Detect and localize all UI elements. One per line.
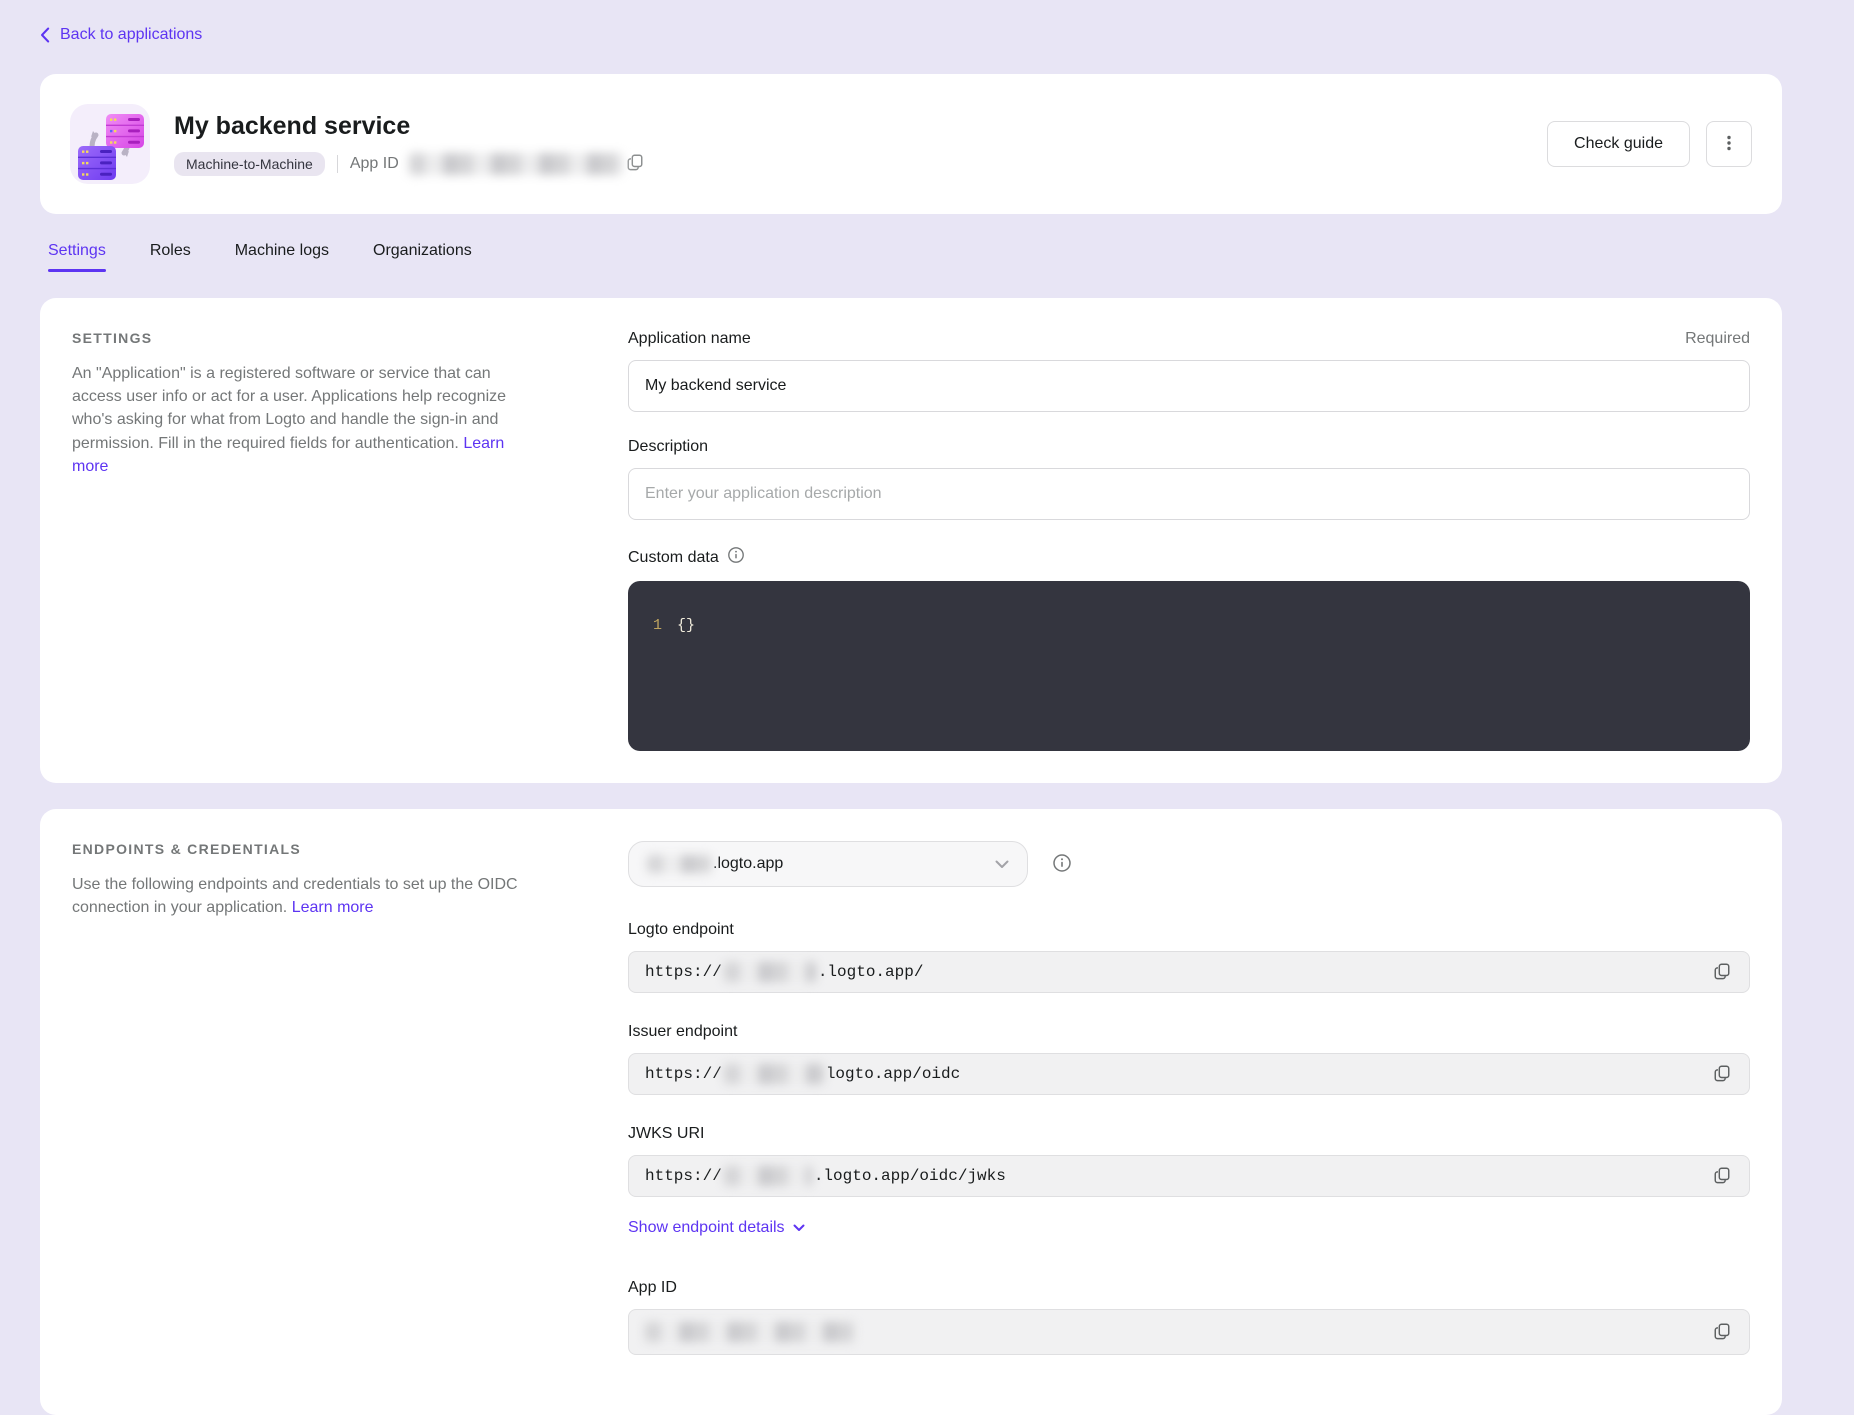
app-id-group: App ID: [628, 1279, 1750, 1355]
description-input[interactable]: [628, 468, 1750, 520]
tenant-id-redacted: [647, 855, 711, 873]
header-actions: Check guide: [1547, 121, 1752, 167]
logto-endpoint-suffix: .logto.app/: [818, 963, 924, 981]
application-title-block: My backend service Machine-to-Machine Ap…: [174, 112, 646, 176]
settings-form: Application name Required Description Cu…: [628, 330, 1750, 751]
back-link-label: Back to applications: [60, 26, 202, 44]
issuer-endpoint-label: Issuer endpoint: [628, 1023, 737, 1041]
tab-organizations[interactable]: Organizations: [373, 242, 472, 272]
issuer-endpoint-prefix: https://: [645, 1065, 722, 1083]
description-label: Description: [628, 438, 708, 456]
issuer-endpoint-redacted: [724, 1064, 824, 1084]
copy-icon: [626, 153, 644, 174]
logto-endpoint-field: https:// .logto.app/: [628, 951, 1750, 993]
endpoints-section-intro: ENDPOINTS & CREDENTIALS Use the followin…: [72, 841, 532, 1355]
logto-endpoint-label: Logto endpoint: [628, 921, 734, 939]
back-to-applications-link[interactable]: Back to applications: [40, 26, 202, 44]
check-guide-button[interactable]: Check guide: [1547, 121, 1690, 167]
jwks-uri-group: JWKS URI https:// .logto.app/oidc/jwks: [628, 1125, 1750, 1197]
issuer-endpoint-group: Issuer endpoint https:// logto.app/oidc: [628, 1023, 1750, 1095]
settings-section-card: SETTINGS An "Application" is a registere…: [40, 298, 1782, 783]
app-id-field: [628, 1309, 1750, 1355]
tab-roles[interactable]: Roles: [150, 242, 191, 272]
kebab-menu-icon: [1720, 134, 1738, 155]
info-icon: [1052, 853, 1072, 876]
application-meta-row: Machine-to-Machine App ID: [174, 151, 646, 176]
domain-select[interactable]: .logto.app: [628, 841, 1028, 887]
chevron-left-icon: [40, 27, 50, 43]
required-hint: Required: [1685, 330, 1750, 348]
domain-select-value: .logto.app: [713, 855, 783, 873]
app-id-field-label: App ID: [628, 1279, 677, 1297]
domain-info-button[interactable]: [1052, 853, 1072, 876]
endpoints-section-title: ENDPOINTS & CREDENTIALS: [72, 841, 532, 857]
settings-description-text: An "Application" is a registered softwar…: [72, 365, 506, 452]
tab-machine-logs[interactable]: Machine logs: [235, 242, 329, 272]
chevron-down-icon: [793, 1219, 805, 1237]
code-line: 1 {}: [628, 615, 1750, 637]
jwks-uri-label: JWKS URI: [628, 1125, 704, 1143]
issuer-endpoint-suffix: logto.app/oidc: [826, 1065, 960, 1083]
custom-data-label: Custom data: [628, 546, 745, 569]
settings-section-description: An "Application" is a registered softwar…: [72, 362, 532, 478]
tab-bar: Settings Roles Machine logs Organization…: [40, 242, 1782, 272]
copy-app-id-button[interactable]: [624, 151, 646, 176]
app-id-field-redacted: [645, 1322, 855, 1342]
jwks-uri-prefix: https://: [645, 1167, 722, 1185]
meta-divider: [337, 155, 338, 173]
copy-app-id-field-button[interactable]: [1711, 1320, 1733, 1345]
app-id-redacted-value: [409, 153, 624, 175]
copy-issuer-endpoint-button[interactable]: [1711, 1062, 1733, 1087]
app-id-label: App ID: [350, 155, 399, 173]
logto-endpoint-prefix: https://: [645, 963, 722, 981]
description-group: Description: [628, 438, 1750, 520]
page-container: Back to applications: [0, 0, 1854, 1415]
application-name-group: Application name Required: [628, 330, 1750, 412]
application-logo-icon: [70, 104, 150, 184]
jwks-uri-field: https:// .logto.app/oidc/jwks: [628, 1155, 1750, 1197]
custom-data-code-editor[interactable]: 1 {}: [628, 581, 1750, 751]
domain-select-row: .logto.app: [628, 841, 1750, 887]
chevron-down-icon: [995, 860, 1009, 869]
application-type-badge: Machine-to-Machine: [174, 152, 325, 176]
custom-data-label-text: Custom data: [628, 549, 719, 567]
jwks-uri-redacted: [724, 1166, 812, 1186]
logto-endpoint-group: Logto endpoint https:// .logto.app/: [628, 921, 1750, 993]
copy-logto-endpoint-button[interactable]: [1711, 960, 1733, 985]
copy-icon: [1713, 1322, 1731, 1343]
show-endpoint-details-link[interactable]: Show endpoint details: [628, 1219, 805, 1237]
more-actions-button[interactable]: [1706, 121, 1752, 167]
application-header-card: My backend service Machine-to-Machine Ap…: [40, 74, 1782, 214]
custom-data-group: Custom data 1 {}: [628, 546, 1750, 751]
copy-icon: [1713, 1166, 1731, 1187]
copy-jwks-uri-button[interactable]: [1711, 1164, 1733, 1189]
jwks-uri-suffix: .logto.app/oidc/jwks: [814, 1167, 1006, 1185]
application-name-label: Application name: [628, 330, 751, 348]
info-icon[interactable]: [727, 546, 745, 569]
code-line-number: 1: [628, 615, 662, 637]
endpoints-section-description: Use the following endpoints and credenti…: [72, 873, 532, 919]
copy-icon: [1713, 1064, 1731, 1085]
endpoints-learn-more-link[interactable]: Learn more: [292, 899, 374, 916]
endpoints-form: .logto.app Logto endpoint https://: [628, 841, 1750, 1355]
application-name-input[interactable]: [628, 360, 1750, 412]
settings-section-intro: SETTINGS An "Application" is a registere…: [72, 330, 532, 751]
issuer-endpoint-field: https:// logto.app/oidc: [628, 1053, 1750, 1095]
endpoints-section-card: ENDPOINTS & CREDENTIALS Use the followin…: [40, 809, 1782, 1415]
copy-icon: [1713, 962, 1731, 983]
show-endpoint-details-label: Show endpoint details: [628, 1219, 785, 1237]
tab-settings[interactable]: Settings: [48, 242, 106, 272]
application-title: My backend service: [174, 112, 646, 141]
code-line-content: {}: [662, 615, 695, 637]
settings-section-title: SETTINGS: [72, 330, 532, 346]
logto-endpoint-redacted: [724, 962, 816, 982]
